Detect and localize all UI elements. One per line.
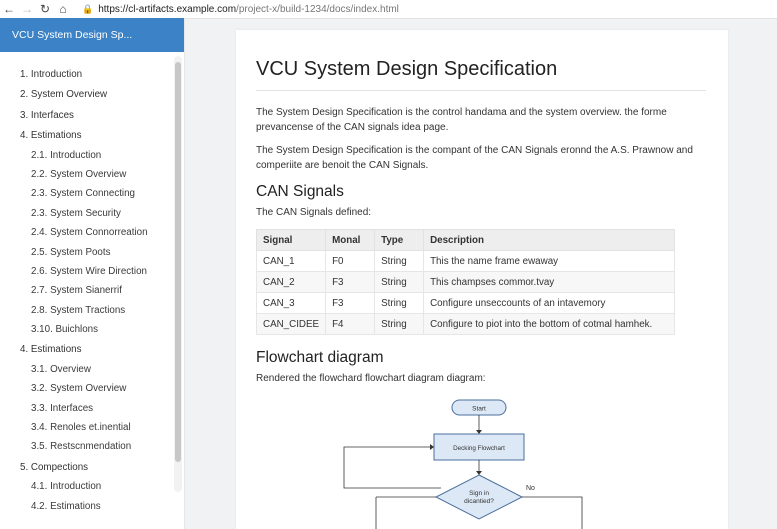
sidebar-item[interactable]: 2. System Overview: [0, 85, 184, 104]
flowchart-decision-node: [434, 474, 524, 520]
sidebar-scrollbar[interactable]: [174, 56, 182, 492]
sidebar-item[interactable]: 2.2. System Overview: [0, 165, 184, 184]
sidebar: VCU System Design Sp... 1. Introduction 2…: [0, 18, 185, 529]
flowchart-arrowhead: [476, 471, 482, 475]
table-cell: CAN_1: [255, 250, 327, 272]
sidebar-item[interactable]: 4.1. Introduction: [0, 477, 184, 496]
sidebar-item[interactable]: 3.2. System Overview: [0, 379, 184, 398]
sidebar-item[interactable]: 3.5. Restscnmendation: [0, 437, 184, 456]
sidebar-item[interactable]: 3.10. Buichlons: [0, 320, 184, 339]
flowchart-loop-line: [343, 446, 441, 489]
sidebar-item[interactable]: 1. Introduction: [0, 65, 184, 84]
sidebar-item[interactable]: 2.7. System Sianerrif: [0, 281, 184, 300]
flowchart-intro: Rendered the flowchard flowchart diagram…: [256, 373, 486, 384]
scrollbar-thumb[interactable]: [175, 62, 181, 462]
browser-toolbar: ← → ↻ ⌂ 🔒 https://cl-artifacts.example.c…: [0, 0, 777, 19]
sidebar-item[interactable]: 2.6. System Wire Direction: [0, 262, 184, 281]
table-cell: F0: [325, 250, 376, 272]
sidebar-item[interactable]: 2.3. System Security: [0, 204, 184, 223]
table-cell: This the name frame ewaway: [423, 250, 676, 272]
table-row: CAN_2 F3 String This champses commor.tva…: [255, 271, 676, 293]
reload-icon[interactable]: ↻: [36, 2, 54, 16]
table-cell: F3: [325, 271, 376, 293]
back-arrow-icon[interactable]: ←: [0, 2, 18, 16]
sidebar-item[interactable]: 2.5. System Poots: [0, 243, 184, 262]
sidebar-item[interactable]: 2.4. System Connorreation: [0, 223, 184, 242]
sidebar-item[interactable]: 2.1. Introduction: [0, 146, 184, 165]
table-row: CAN_CIDEE F4 String Configure to piot in…: [255, 313, 676, 335]
intro-paragraph: The System Design Specification is the c…: [256, 107, 667, 133]
table-cell: CAN_CIDEE: [255, 313, 327, 335]
document-card: VCU System Design Specification The Syst…: [236, 30, 728, 529]
lock-icon: 🔒: [82, 3, 94, 14]
can-signals-intro: The CAN Signals defined:: [256, 207, 372, 218]
table-cell: String: [374, 250, 425, 272]
flowchart-no-label: No: [526, 485, 535, 492]
sidebar-nav: 1. Introduction 2. System Overview 3. Inte…: [0, 52, 184, 516]
table-cell: String: [374, 313, 425, 335]
sidebar-item[interactable]: 4. Estimations: [0, 126, 184, 145]
column-header: Type: [374, 229, 425, 251]
address-bar[interactable]: 🔒 https://cl-artifacts.example.com/proje…: [82, 4, 399, 15]
sidebar-item[interactable]: 3.3. Interfaces: [0, 399, 184, 418]
table-row: CAN_3 F3 String Configure unseccounts of…: [255, 292, 676, 314]
sidebar-item[interactable]: 2.3. System Connecting: [0, 184, 184, 203]
table-cell: F3: [325, 292, 376, 314]
forward-arrow-icon[interactable]: →: [18, 2, 36, 16]
flowchart-decision-label: Sign in: [469, 490, 489, 497]
column-header: Description: [423, 229, 676, 251]
sidebar-item[interactable]: 3. Interfaces: [0, 106, 184, 125]
table-cell: This champses commor.tvay: [423, 271, 676, 293]
table-row: CAN_1 F0 String This the name frame ewaw…: [255, 250, 676, 272]
flowchart-arrowhead: [476, 430, 482, 434]
section-heading-flowchart: Flowchart diagram: [256, 349, 384, 366]
document-body: VCU System Design Specification The Syst…: [255, 30, 706, 384]
table-cell: F4: [325, 313, 376, 335]
sidebar-item[interactable]: 2.8. System Tractions: [0, 301, 184, 320]
table-cell: CAN_3: [255, 292, 327, 314]
table-cell: CAN_2: [255, 271, 327, 293]
can-signals-table: Signal Monal Type Description CAN_1 F0 S…: [255, 229, 676, 335]
sidebar-item[interactable]: 4.2. Estimations: [0, 497, 184, 516]
sidebar-item[interactable]: 4. Estimations: [0, 340, 184, 359]
sidebar-header[interactable]: VCU System Design Sp...: [0, 18, 184, 52]
url-path: /project-x/build-1234/docs/index.html: [236, 3, 399, 15]
table-cell: Configure to piot into the bottom of cot…: [423, 313, 676, 335]
flowchart-no-branch-line: [522, 496, 583, 529]
table-cell: String: [374, 292, 425, 314]
sidebar-item[interactable]: 5. Compections: [0, 458, 184, 477]
flowchart-arrowhead: [430, 444, 434, 450]
column-header: Monal: [325, 229, 376, 251]
table-cell: Configure unseccounts of an intavemory: [423, 292, 676, 314]
sidebar-item[interactable]: 3.4. Renoles et.inential: [0, 418, 184, 437]
flowchart-diagram: Start Decking Flowchart Sign in dicantie…: [343, 399, 583, 529]
section-heading-can: CAN Signals: [256, 183, 344, 200]
column-header: Signal: [255, 229, 327, 251]
sidebar-item[interactable]: 3.1. Overview: [0, 360, 184, 379]
flowchart-process-label: Decking Flowchart: [453, 445, 505, 452]
flowchart-decision-label: dicantied?: [464, 498, 494, 505]
url-host: https://cl-artifacts.example.com: [98, 3, 237, 15]
flowchart-start-label: Start: [472, 406, 486, 413]
home-icon[interactable]: ⌂: [54, 2, 72, 16]
table-cell: String: [374, 271, 425, 293]
page-title: VCU System Design Specification: [256, 58, 706, 91]
intro-paragraph-2: The System Design Specification is the c…: [256, 145, 693, 171]
